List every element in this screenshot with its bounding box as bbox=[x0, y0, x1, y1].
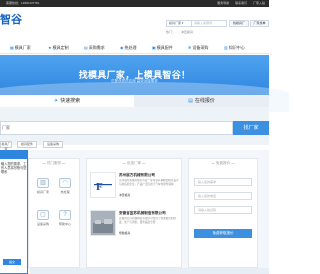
nav-item-equipment[interactable]: ✻设备采购 bbox=[188, 44, 208, 52]
nav-item-knowledge[interactable]: ▥知识中心 bbox=[224, 44, 245, 52]
nav-item-mould-factory[interactable]: ▦模具厂家 bbox=[10, 44, 31, 52]
company-tag: 塑胶模具 bbox=[119, 231, 131, 235]
nav-label: 设备采购 bbox=[192, 45, 209, 50]
category-tab-equipment[interactable]: 设备采购 bbox=[43, 141, 63, 148]
service-label: 设备采购 bbox=[36, 222, 49, 226]
service-item[interactable]: ▥ 模具厂家 bbox=[34, 178, 52, 198]
nav-item-custom[interactable]: ★模具定制 bbox=[48, 44, 69, 52]
category-tab-factory[interactable]: 模具厂家 bbox=[0, 141, 12, 151]
svg-text:F: F bbox=[96, 181, 103, 193]
quote-captcha-field[interactable]: 请输入验证码 bbox=[194, 206, 252, 214]
box-icon: ▢ bbox=[37, 210, 49, 220]
nav-item-heat[interactable]: ◉热处理 bbox=[120, 44, 137, 52]
service-item[interactable]: ◠ 热处理 bbox=[56, 178, 74, 198]
service-label: 模具厂家 bbox=[36, 190, 49, 194]
service-label: 帮助中心 bbox=[58, 222, 71, 226]
nav-label: 知识中心 bbox=[228, 45, 245, 50]
help-icon: ? bbox=[59, 210, 71, 220]
site-logo[interactable]: 智谷 bbox=[0, 11, 22, 27]
company-name[interactable]: 安徽省宣苏机械制造有限公司 bbox=[119, 211, 166, 216]
category-tab-parts[interactable]: 模具配件 bbox=[17, 141, 37, 148]
hotline-text: 客服热线：13800137781 bbox=[6, 1, 40, 5]
company-desc: 安徽省宣苏机械制造有限公司专注于各类模具的研发、生产与销售，服务遍及全国 bbox=[119, 217, 177, 224]
company-desc: 苏州展方机械有限公司是一家专业从事精密模具设计与制造的企业，产品广泛应用于汽车零… bbox=[119, 179, 179, 186]
popup-text: 输入您的需求，工作人员将尽快与您联系 bbox=[1, 162, 27, 175]
tab-label: 在线报价 bbox=[194, 98, 215, 104]
nav-label: 热处理 bbox=[124, 45, 137, 50]
search-type-select[interactable]: 模具厂家 ▾ bbox=[166, 20, 192, 27]
factory-order-button[interactable]: 厂家找单 bbox=[250, 20, 269, 27]
bottom-strip bbox=[30, 268, 269, 274]
send-icon: ✈ bbox=[53, 98, 59, 104]
doc-icon: ▤ bbox=[188, 98, 193, 104]
cart-icon: ▣ bbox=[152, 45, 156, 50]
top-link-nav[interactable]: 服务导航 bbox=[217, 1, 229, 5]
company-name[interactable]: 苏州展方机械有限公司 bbox=[119, 173, 155, 178]
gear-icon: ✻ bbox=[188, 45, 192, 50]
popup-header bbox=[0, 150, 28, 159]
book-icon: ▥ bbox=[224, 45, 228, 50]
hot-words: 热门： 冲压模具 bbox=[166, 30, 199, 34]
nav-label: 采购需求 bbox=[88, 45, 105, 50]
top-links: 服务导航 联系我们 厂家入驻 bbox=[212, 0, 265, 7]
star-icon: ★ bbox=[48, 45, 52, 50]
company-photo bbox=[91, 211, 115, 235]
find-mould-button[interactable]: 找模具厂 bbox=[229, 20, 249, 27]
company-logo-mark: F bbox=[94, 180, 112, 193]
quote-heading: — 免费报价 — bbox=[211, 161, 235, 165]
wifi-icon: ◠ bbox=[59, 178, 71, 188]
nav-item-purchase[interactable]: ▤采购需求 bbox=[84, 44, 105, 52]
top-link-join[interactable]: 厂家入驻 bbox=[253, 1, 265, 5]
nav-label: 模具厂家 bbox=[14, 45, 31, 50]
tab-label: 快速搜索 bbox=[60, 98, 81, 104]
grid-icon: ▦ bbox=[10, 45, 14, 50]
hero-subtitle: 匹配优质供应商 高效对接需求 bbox=[111, 79, 158, 83]
doc-icon: ▤ bbox=[84, 45, 88, 50]
service-label: 热处理 bbox=[60, 190, 70, 194]
tab-quick-search[interactable]: ✈ 快速搜索 bbox=[0, 95, 134, 107]
popup-submit-button[interactable]: 提交 bbox=[3, 259, 21, 265]
company-logo[interactable]: F bbox=[90, 172, 116, 198]
factory-icon: ▥ bbox=[37, 178, 49, 188]
find-factory-button[interactable]: 找厂家 bbox=[233, 121, 269, 135]
quote-phone-field[interactable]: 输入您的电话 bbox=[194, 192, 252, 200]
nav-label: 模具定制 bbox=[52, 45, 69, 50]
quote-need-field[interactable]: 输入您的需求 bbox=[194, 178, 252, 186]
tab-online-quote[interactable]: ▤ 在线报价 bbox=[134, 95, 269, 107]
company-tag: 冲压模具 bbox=[119, 193, 131, 197]
top-link-contact[interactable]: 联系我们 bbox=[235, 1, 247, 5]
service-item[interactable]: ? 帮助中心 bbox=[56, 210, 74, 230]
nav-item-parts[interactable]: ▣模具配件 bbox=[152, 44, 173, 52]
bulb-icon: ◉ bbox=[120, 45, 124, 50]
main-search-input[interactable]: 厂家 bbox=[0, 121, 233, 135]
service-item[interactable]: ▢ 设备采购 bbox=[34, 210, 52, 230]
companies-heading: — 优选厂家 — bbox=[122, 161, 146, 165]
nav-label: 模具配件 bbox=[156, 45, 173, 50]
get-quote-button[interactable]: 免费获取报价 bbox=[194, 229, 252, 238]
company-logo[interactable] bbox=[90, 210, 116, 236]
top-bar: 客服热线：13800137781 服务导航 联系我们 厂家入驻 bbox=[0, 0, 269, 7]
hot-label: 热门： bbox=[166, 30, 176, 34]
header-search-input[interactable]: 请输入关键词 bbox=[192, 20, 227, 27]
hot-word[interactable]: 冲压模具 bbox=[181, 30, 193, 34]
services-heading: — 热门服务 — bbox=[42, 161, 66, 165]
